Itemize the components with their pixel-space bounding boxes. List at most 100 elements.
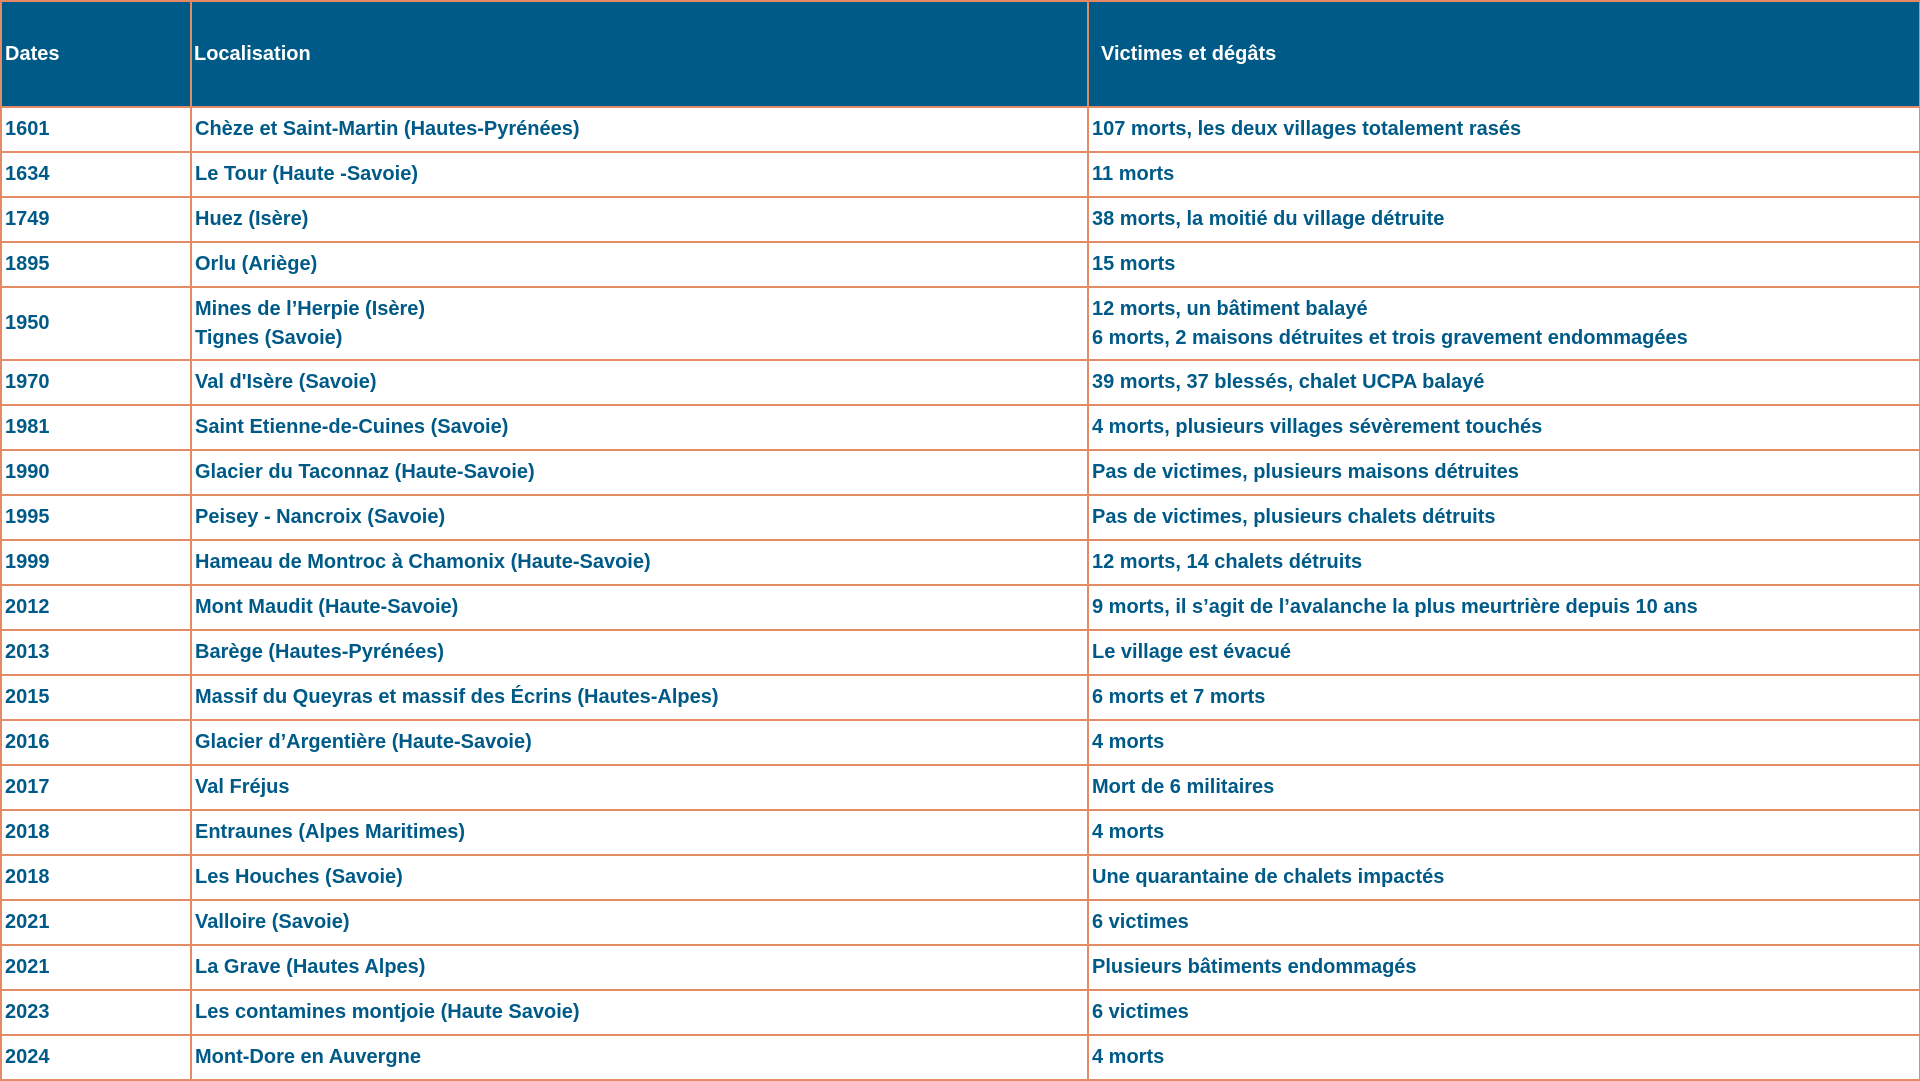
cell-localisation-line: Les Houches (Savoie) xyxy=(195,866,403,888)
cell-localisation-line: Glacier du Taconnaz (Haute-Savoie) xyxy=(195,461,535,483)
table-row: 2018 Entraunes (Alpes Maritimes) 4 morts xyxy=(0,809,1920,856)
cell-date: 2013 xyxy=(0,629,192,676)
cell-localisation-line: Glacier d’Argentière (Haute-Savoie) xyxy=(195,731,532,753)
cell-date: 1634 xyxy=(0,151,192,198)
cell-date: 2018 xyxy=(0,854,192,901)
cell-date: 1981 xyxy=(0,404,192,451)
cell-date: 1995 xyxy=(0,494,192,541)
table-row: 1981 Saint Etienne-de-Cuines (Savoie) 4 mo… xyxy=(0,404,1920,451)
cell-victimes: 4 morts xyxy=(1087,809,1920,856)
cell-date: 2024 xyxy=(0,1034,192,1081)
cell-victimes: 9 morts, il s’agit de l’avalanche la plu… xyxy=(1087,584,1920,631)
cell-localisation-line: Barège (Hautes-Pyrénées) xyxy=(195,641,444,663)
cell-localisation: Valloire (Savoie) xyxy=(190,899,1089,946)
cell-victimes-line: 6 victimes xyxy=(1092,911,1189,933)
cell-victimes: Pas de victimes, plusieurs maisons détru… xyxy=(1087,449,1920,496)
cell-localisation: Mont Maudit (Haute-Savoie) xyxy=(190,584,1089,631)
cell-victimes: 107 morts, les deux villages totalement … xyxy=(1087,106,1920,153)
cell-date: 2023 xyxy=(0,989,192,1036)
table-row: 2024 Mont-Dore en Auvergne 4 morts xyxy=(0,1034,1920,1081)
cell-localisation: Le Tour (Haute -Savoie) xyxy=(190,151,1089,198)
cell-localisation: Mont-Dore en Auvergne xyxy=(190,1034,1089,1081)
cell-localisation: La Grave (Hautes Alpes) xyxy=(190,944,1089,991)
table-row: 1999 Hameau de Montroc à Chamonix (Haute-… xyxy=(0,539,1920,586)
table-header: Dates Localisation Victimes et dégâts xyxy=(0,0,1920,108)
cell-victimes: Pas de victimes, plusieurs chalets détru… xyxy=(1087,494,1920,541)
cell-localisation: Les Houches (Savoie) xyxy=(190,854,1089,901)
cell-victimes-line: Pas de victimes, plusieurs chalets détru… xyxy=(1092,506,1496,528)
avalanche-table: Dates Localisation Victimes et dégâts 16… xyxy=(0,0,1920,1081)
cell-victimes: 4 morts xyxy=(1087,719,1920,766)
table-row: 1634 Le Tour (Haute -Savoie) 11 morts xyxy=(0,151,1920,198)
cell-victimes: 6 victimes xyxy=(1087,899,1920,946)
cell-date: 1749 xyxy=(0,196,192,243)
cell-localisation-line: Hameau de Montroc à Chamonix (Haute-Savo… xyxy=(195,551,651,573)
cell-localisation: Orlu (Ariège) xyxy=(190,241,1089,288)
table-row: 2012 Mont Maudit (Haute-Savoie) 9 morts, i… xyxy=(0,584,1920,631)
cell-localisation-line: Massif du Queyras et massif des Écrins (… xyxy=(195,686,719,708)
cell-localisation-line: Val Fréjus xyxy=(195,776,290,798)
cell-date: 2016 xyxy=(0,719,192,766)
cell-date: 1950 xyxy=(0,286,192,361)
cell-victimes-line: 4 morts, plusieurs villages sévèrement t… xyxy=(1092,416,1543,438)
cell-victimes: 39 morts, 37 blessés, chalet UCPA balayé xyxy=(1087,359,1920,406)
cell-localisation-line: Orlu (Ariège) xyxy=(195,253,318,275)
cell-localisation: Peisey - Nancroix (Savoie) xyxy=(190,494,1089,541)
cell-victimes: 4 morts, plusieurs villages sévèrement t… xyxy=(1087,404,1920,451)
table-row: 1970 Val d'Isère (Savoie) 39 morts, 37 ble… xyxy=(0,359,1920,406)
cell-localisation: Chèze et Saint-Martin (Hautes-Pyrénées) xyxy=(190,106,1089,153)
table-row: 2021 Valloire (Savoie) 6 victimes xyxy=(0,899,1920,946)
cell-victimes-line: 6 morts et 7 morts xyxy=(1092,686,1266,708)
cell-localisation-line: Entraunes (Alpes Maritimes) xyxy=(195,821,466,843)
cell-localisation-line: La Grave (Hautes Alpes) xyxy=(195,956,426,978)
cell-localisation-line: Mont-Dore en Auvergne xyxy=(195,1046,421,1068)
cell-date: 2012 xyxy=(0,584,192,631)
cell-victimes-line: Plusieurs bâtiments endommagés xyxy=(1092,956,1417,978)
cell-localisation: Les contamines montjoie (Haute Savoie) xyxy=(190,989,1089,1036)
header-row: Dates Localisation Victimes et dégâts xyxy=(0,0,1920,108)
cell-victimes-line: 38 morts, la moitié du village détruite xyxy=(1092,208,1445,230)
cell-victimes-line: 15 morts xyxy=(1092,253,1176,275)
cell-date: 1601 xyxy=(0,106,192,153)
cell-victimes: 6 victimes xyxy=(1087,989,1920,1036)
cell-victimes: 12 morts, un bâtiment balayé 6 morts, 2 m… xyxy=(1087,286,1920,361)
cell-localisation-line: Le Tour (Haute -Savoie) xyxy=(195,163,418,185)
header-victimes: Victimes et dégâts xyxy=(1087,0,1920,108)
cell-victimes: Une quarantaine de chalets impactés xyxy=(1087,854,1920,901)
cell-date: 2021 xyxy=(0,944,192,991)
table-row: 2013 Barège (Hautes-Pyrénées) Le village e… xyxy=(0,629,1920,676)
cell-localisation: Val d'Isère (Savoie) xyxy=(190,359,1089,406)
cell-date: 1999 xyxy=(0,539,192,586)
header-localisation: Localisation xyxy=(190,0,1089,108)
cell-victimes-line: Pas de victimes, plusieurs maisons détru… xyxy=(1092,461,1519,483)
page: Dates Localisation Victimes et dégâts 16… xyxy=(0,0,1920,1081)
cell-localisation: Val Fréjus xyxy=(190,764,1089,811)
cell-localisation-line: Huez (Isère) xyxy=(195,208,309,230)
cell-victimes-line: 4 morts xyxy=(1092,821,1165,843)
table-body: 1601 Chèze et Saint-Martin (Hautes-Pyréné… xyxy=(0,106,1920,1081)
cell-date: 1895 xyxy=(0,241,192,288)
cell-victimes: Le village est évacué xyxy=(1087,629,1920,676)
cell-localisation-line: Tignes (Savoie) xyxy=(195,326,343,349)
table-row: 2023 Les contamines montjoie (Haute Savoi… xyxy=(0,989,1920,1036)
cell-date: 2018 xyxy=(0,809,192,856)
table-row: 1950 Mines de l’Herpie (Isère) Tignes (Sav… xyxy=(0,286,1920,361)
cell-date: 1990 xyxy=(0,449,192,496)
cell-victimes: 15 morts xyxy=(1087,241,1920,288)
table-row: 2015 Massif du Queyras et massif des Écri… xyxy=(0,674,1920,721)
cell-victimes: Mort de 6 militaires xyxy=(1087,764,1920,811)
cell-victimes: 4 morts xyxy=(1087,1034,1920,1081)
cell-date: 1970 xyxy=(0,359,192,406)
table-row: 1749 Huez (Isère) 38 morts, la moitié du v… xyxy=(0,196,1920,243)
cell-localisation-line: Valloire (Savoie) xyxy=(195,911,350,933)
table-row: 2016 Glacier d’Argentière (Haute-Savoie) 4… xyxy=(0,719,1920,766)
cell-victimes: 12 morts, 14 chalets détruits xyxy=(1087,539,1920,586)
cell-localisation-line: Chèze et Saint-Martin (Hautes-Pyrénées) xyxy=(195,118,580,140)
cell-date: 2015 xyxy=(0,674,192,721)
cell-localisation-line: Val d'Isère (Savoie) xyxy=(195,371,377,393)
cell-victimes-line: 12 morts, 14 chalets détruits xyxy=(1092,551,1363,573)
cell-localisation: Huez (Isère) xyxy=(190,196,1089,243)
cell-victimes-line: 6 victimes xyxy=(1092,1001,1189,1023)
cell-localisation-line: Les contamines montjoie (Haute Savoie) xyxy=(195,1001,580,1023)
cell-victimes-line: 6 morts, 2 maisons détruites et trois gr… xyxy=(1092,326,1688,349)
